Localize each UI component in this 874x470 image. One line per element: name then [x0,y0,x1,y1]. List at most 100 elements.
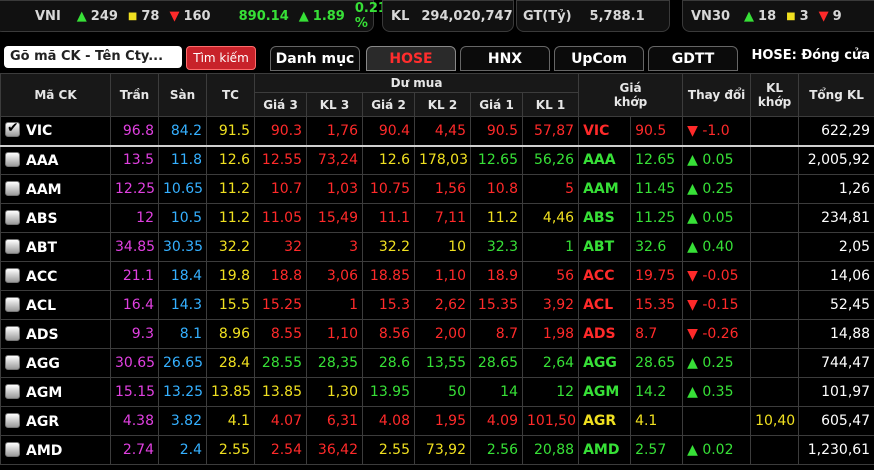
reference-price: 11.2 [206,203,255,233]
search-button[interactable]: Tìm kiếm [186,46,256,70]
total-volume: 1,230,61 [798,435,874,465]
up-arrow-icon: ▲ [76,8,87,24]
change-value: 0.25 [702,355,734,371]
table-row[interactable]: VIC96.884.291.590.31,7690.44,4590.557,87… [0,116,874,147]
change-cell: ▲ 0.05 [682,145,752,175]
bid-volume-3: 3 [306,232,363,262]
bid-volume-2: 1,95 [414,406,471,436]
symbol-cell[interactable]: AGR [0,406,111,436]
symbol-cell[interactable]: ABS [0,203,111,233]
tab-hose[interactable]: HOSE [366,46,456,71]
symbol-cell[interactable]: VIC [0,116,111,147]
down-arrow-icon: ▼ [687,268,703,284]
change-cell: ▲ 0.25 [682,348,752,378]
bid-volume-3: 1,76 [306,116,363,147]
ceiling-price: 21.1 [110,261,159,291]
bid-price-1: 18.9 [470,261,523,291]
table-row[interactable]: AAA 13.5 11.8 12.6 12.55 73,24 12.6 178,03 12.65… [0,145,874,175]
up-arrow-icon: ▲ [687,181,703,197]
floor-price: 10.65 [158,174,207,204]
up-arrow-icon: ▲ [687,152,703,169]
header-total-volume: Tổng KL [798,73,874,117]
symbol-cell[interactable]: AAA [0,145,111,175]
total-volume: 1,26 [798,174,874,204]
symbol-cell[interactable]: ABT [0,232,111,262]
kl-label: KL [391,8,410,24]
watchlist-checkbox[interactable] [5,354,20,370]
ceiling-price: 30.65 [110,348,159,378]
symbol-cell[interactable]: AGM [0,377,111,407]
bid-price-3: 15.25 [254,290,307,320]
header-bid-vol-3: KL 3 [306,92,363,117]
symbol-cell[interactable]: AAM [0,174,111,204]
watchlist-checkbox[interactable] [5,238,20,254]
bid-price-2: 28.6 [362,348,415,378]
watchlist-checkbox[interactable] [5,120,20,138]
table-row[interactable]: ABS 12 10.5 11.2 11.05 15,49 11.1 7,11 11.2 4,46 A… [0,203,874,233]
watchlist-checkbox[interactable] [5,325,20,341]
search-input[interactable]: Gõ mã CK - Tên Cty... [4,46,182,68]
match-price: 8.7 [630,319,684,349]
change-cell: ▲ 0.35 [682,377,752,407]
match-price: 11.25 [630,203,684,233]
vn30-down-count: 9 [832,8,842,24]
tab-upcom[interactable]: UpCom [554,46,644,71]
up-arrow-icon: ▲ [687,442,703,458]
watchlist-checkbox[interactable] [5,441,20,457]
bid-price-2: 4.08 [362,406,415,436]
bid-volume-2: 2,00 [414,319,471,349]
table-row[interactable]: AAM 12.25 10.65 11.2 10.7 1,03 10.75 1,56 10.8 5 A… [0,174,874,204]
change-cell: ▼ -0.26 [682,319,752,349]
reference-price: 2.55 [206,435,255,465]
match-volume [750,203,800,233]
total-volume: 52,45 [798,290,874,320]
symbol-cell[interactable]: ACL [0,290,111,320]
watchlist-checkbox[interactable] [5,151,20,167]
bid-volume-2: 7,11 [414,203,471,233]
table-row[interactable]: AGR 4.38 3.82 4.1 4.07 6,31 4.08 1,95 4.09 101,50… [0,406,874,436]
watchlist-checkbox[interactable] [5,180,20,196]
bid-volume-2: 178,03 [414,145,471,175]
bid-price-3: 4.07 [254,406,307,436]
tab-hnx[interactable]: HNX [460,46,550,71]
down-arrow-icon: ▼ [687,326,703,342]
table-row[interactable]: ACC 21.1 18.4 19.8 18.8 3,06 18.85 1,10 18.9 56 AC… [0,261,874,291]
vni-up-count: 249 [90,8,118,24]
reference-price: 13.85 [206,377,255,407]
tab-gdtt[interactable]: GDTT [648,46,738,71]
watchlist-checkbox[interactable] [5,296,20,312]
table-row[interactable]: AGM 15.15 13.25 13.85 13.85 1,30 13.95 50 14 12 AG… [0,377,874,407]
watchlist-checkbox[interactable] [5,412,20,428]
tab-danh-muc[interactable]: Danh mục [270,46,360,71]
bid-volume-3: 1,10 [306,319,363,349]
bid-volume-2: 1,56 [414,174,471,204]
symbol-cell[interactable]: ADS [0,319,111,349]
symbol-cell[interactable]: AGG [0,348,111,378]
table-row[interactable]: AMD 2.74 2.4 2.55 2.54 36,42 2.55 73,92 2.56 20,8… [0,435,874,465]
floor-price: 11.8 [158,145,207,175]
symbol-label: AGR [26,413,60,430]
symbol-cell[interactable]: AMD [0,435,111,465]
square-icon: ■ [786,10,796,22]
watchlist-checkbox[interactable] [5,209,20,225]
total-volume: 605,47 [798,406,874,436]
header-bid-price-1: Giá 1 [470,92,523,117]
table-row[interactable]: AGG 30.65 26.65 28.4 28.55 28,35 28.6 13,55 28.6… [0,348,874,378]
bid-volume-1: 101,50 [521,406,580,436]
symbol-cell[interactable]: ACC [0,261,111,291]
total-volume: 744,47 [798,348,874,378]
floor-price: 26.65 [158,348,207,378]
change-cell: ▲ 0.02 [682,435,752,465]
watchlist-checkbox[interactable] [5,383,20,399]
bid-volume-2: 73,92 [414,435,471,465]
reference-price: 15.5 [206,290,255,320]
watchlist-checkbox[interactable] [5,267,20,283]
table-row[interactable]: ACL 16.4 14.3 15.5 15.25 1 15.3 2,62 15.35 3,92 AC… [0,290,874,320]
change-cell: ▼ -0.05 [682,261,752,291]
table-row[interactable]: ABT 34.85 30.35 32.2 32 3 32.2 10 32.3 1 ABT 32.6 ▲ … [0,232,874,262]
change-value: 0.35 [702,384,734,400]
market-status: HOSE: Đóng cửa [751,48,870,63]
table-row[interactable]: ADS 9.3 8.1 8.96 8.55 1,10 8.56 2,00 8.7 1,98 ADS 8… [0,319,874,349]
header-symbol[interactable]: Mã CK [0,73,111,117]
up-arrow-icon: ▲ [744,8,755,24]
